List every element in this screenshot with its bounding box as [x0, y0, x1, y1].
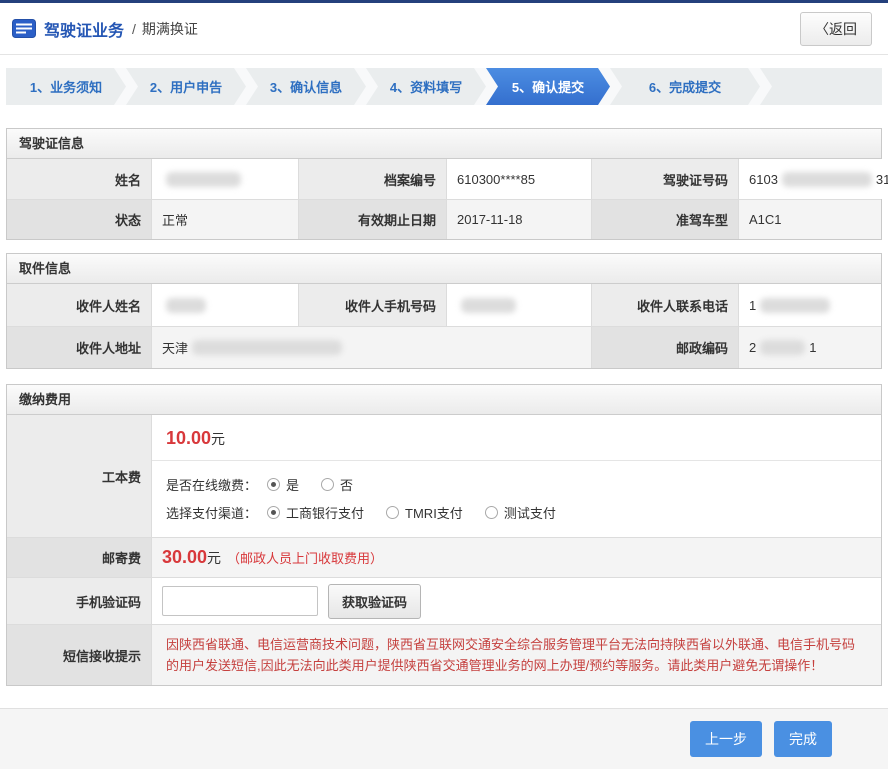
license-fee-value: 10.00元 是否在线缴费： 是 否 选择支付渠道： 工商银行支付	[151, 415, 881, 537]
redacted-value	[166, 298, 206, 313]
field-label-license-number: 驾驶证号码	[591, 159, 738, 199]
field-value-recipient-name	[151, 284, 298, 326]
redacted-value	[192, 340, 342, 355]
radio-unselected-icon[interactable]	[485, 506, 498, 519]
redacted-value	[760, 298, 830, 313]
license-fee-row: 工本费 10.00元 是否在线缴费： 是 否 选择支付渠道：	[7, 415, 881, 537]
mail-fee-value: 30.00元 （邮政人员上门收取费用）	[151, 537, 881, 577]
footer-action-bar: 上一步 完成	[0, 709, 888, 769]
redacted-value	[782, 172, 872, 187]
radio-selected-icon[interactable]	[267, 478, 280, 491]
table-row: 姓名 档案编号 610300****85 驾驶证号码 61033163X	[7, 159, 881, 199]
license-fee-amount: 10.00	[166, 428, 211, 448]
field-label-recipient-mobile: 收件人手机号码	[298, 284, 446, 326]
section-title-pickup: 取件信息	[7, 254, 881, 284]
radio-option-tmri[interactable]: TMRI支付	[386, 503, 463, 522]
field-label-name: 姓名	[7, 159, 151, 199]
table-row: 收件人姓名 收件人手机号码 收件人联系电话 1	[7, 284, 881, 326]
field-value-vehicle-class: A1C1	[738, 199, 881, 239]
field-value-name	[151, 159, 298, 199]
redacted-value	[461, 298, 516, 313]
step-item-1[interactable]: 1、业务须知	[6, 68, 126, 105]
sms-warning-text: 因陕西省联通、电信运营商技术问题，陕西省互联网交通安全综合服务管理平台无法向持陕…	[151, 624, 881, 685]
step-bar: 1、业务须知 2、用户申告 3、确认信息 4、资料填写 5、确认提交 6、完成提…	[6, 68, 882, 105]
step-item-6[interactable]: 6、完成提交	[610, 68, 760, 105]
field-label-mail-fee: 邮寄费	[7, 537, 151, 577]
section-pickup-info: 取件信息 收件人姓名 收件人手机号码 收件人联系电话 1 收件人地址 天津 邮政…	[6, 253, 882, 369]
radio-option-test[interactable]: 测试支付	[485, 503, 556, 522]
table-row: 收件人地址 天津 邮政编码 21	[7, 326, 881, 368]
payment-channel-radio-group: 选择支付渠道： 工商银行支付 TMRI支付 测试支付	[166, 498, 867, 526]
field-label-postcode: 邮政编码	[591, 326, 738, 368]
section-license-info: 驾驶证信息 姓名 档案编号 610300****85 驾驶证号码 6103316…	[6, 128, 882, 240]
field-value-recipient-mobile	[446, 284, 591, 326]
field-value-file-number: 610300****85	[446, 159, 591, 199]
breadcrumb-separator: /	[132, 21, 136, 37]
document-list-icon	[12, 19, 36, 38]
step-item-3[interactable]: 3、确认信息	[246, 68, 366, 105]
section-title-fees: 缴纳费用	[7, 385, 881, 415]
field-value-status: 正常	[151, 199, 298, 239]
payment-options-block: 是否在线缴费： 是 否 选择支付渠道： 工商银行支付 TMRI支付	[152, 461, 881, 537]
get-code-button[interactable]: 获取验证码	[328, 584, 421, 619]
radio-option-icbc[interactable]: 工商银行支付	[267, 503, 364, 522]
step-item-5-active[interactable]: 5、确认提交	[486, 68, 610, 105]
back-button[interactable]: 〈返回	[800, 12, 872, 46]
field-label-sms-tip: 短信接收提示	[7, 624, 151, 685]
app-header: 驾驶证业务 / 期满换证 〈返回	[0, 3, 888, 55]
mail-fee-amount: 30.00	[162, 547, 207, 568]
field-label-expiry: 有效期止日期	[298, 199, 446, 239]
table-row: 状态 正常 有效期止日期 2017-11-18 准驾车型 A1C1	[7, 199, 881, 239]
field-value-license-number: 61033163X	[738, 159, 888, 199]
mail-fee-row: 邮寄费 30.00元 （邮政人员上门收取费用）	[7, 537, 881, 577]
field-value-recipient-address: 天津	[151, 326, 591, 368]
captcha-row: 手机验证码 获取验证码	[7, 577, 881, 624]
license-fee-amount-line: 10.00元	[152, 415, 881, 461]
step-item-4[interactable]: 4、资料填写	[366, 68, 486, 105]
section-fees: 缴纳费用 工本费 10.00元 是否在线缴费： 是 否 选择支付渠道：	[6, 384, 882, 686]
online-payment-question: 是否在线缴费：	[166, 475, 257, 494]
radio-option-yes[interactable]: 是	[267, 475, 299, 494]
finish-button[interactable]: 完成	[774, 721, 832, 757]
radio-unselected-icon[interactable]	[386, 506, 399, 519]
page-subtitle: 期满换证	[142, 19, 198, 39]
radio-unselected-icon[interactable]	[321, 478, 334, 491]
step-item-2[interactable]: 2、用户申告	[126, 68, 246, 105]
online-payment-radio-group: 是否在线缴费： 是 否	[166, 470, 867, 498]
field-label-recipient-address: 收件人地址	[7, 326, 151, 368]
step-bar-filler	[760, 68, 882, 105]
redacted-value	[166, 172, 241, 187]
field-value-postcode: 21	[738, 326, 881, 368]
page-title: 驾驶证业务	[44, 17, 124, 41]
mail-fee-note: （邮政人员上门收取费用）	[227, 548, 383, 567]
field-label-license-fee: 工本费	[7, 415, 151, 537]
captcha-value-cell: 获取验证码	[151, 577, 881, 624]
field-value-recipient-phone: 1	[738, 284, 881, 326]
field-label-recipient-name: 收件人姓名	[7, 284, 151, 326]
section-title-license: 驾驶证信息	[7, 129, 881, 159]
field-label-status: 状态	[7, 199, 151, 239]
field-label-recipient-phone: 收件人联系电话	[591, 284, 738, 326]
field-label-captcha: 手机验证码	[7, 577, 151, 624]
field-value-expiry: 2017-11-18	[446, 199, 591, 239]
captcha-input[interactable]	[162, 586, 318, 616]
redacted-value	[760, 340, 805, 355]
sms-tip-row: 短信接收提示 因陕西省联通、电信运营商技术问题，陕西省互联网交通安全综合服务管理…	[7, 624, 881, 685]
field-label-vehicle-class: 准驾车型	[591, 199, 738, 239]
prev-step-button[interactable]: 上一步	[690, 721, 762, 757]
field-label-file-number: 档案编号	[298, 159, 446, 199]
radio-selected-icon[interactable]	[267, 506, 280, 519]
radio-option-no[interactable]: 否	[321, 475, 353, 494]
payment-channel-question: 选择支付渠道：	[166, 503, 257, 522]
